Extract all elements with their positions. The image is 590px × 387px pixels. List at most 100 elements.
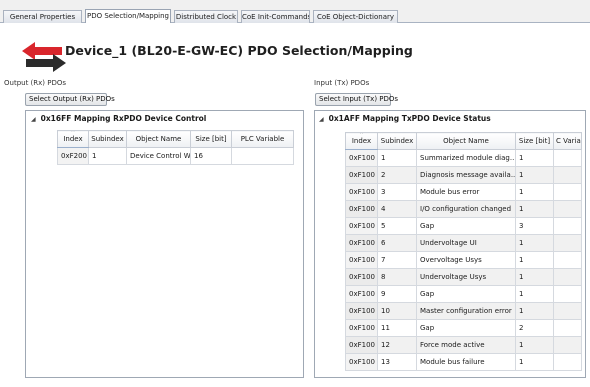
select-output-pdos-button[interactable]: Select Output (Rx) PDOs <box>25 93 115 106</box>
cell-subindex: 1 <box>377 149 417 167</box>
cell-plc-variable[interactable] <box>553 200 582 218</box>
cell-size: 1 <box>515 200 554 218</box>
cell-plc-variable[interactable] <box>553 353 582 371</box>
cell-plc-variable[interactable] <box>553 336 582 354</box>
cell-plc-variable[interactable] <box>553 268 582 286</box>
cell-size: 16 <box>190 147 232 165</box>
cell-plc-variable[interactable] <box>553 234 582 252</box>
table-row[interactable]: 0xF100 6 Undervoltage UI 1 <box>345 234 582 252</box>
table-row[interactable]: 0xF100 7 Overvoltage Usys 1 <box>345 251 582 269</box>
table-row[interactable]: 0xF100 5 Gap 3 <box>345 217 582 235</box>
cell-subindex: 13 <box>377 353 417 371</box>
cell-plc-variable[interactable] <box>553 149 582 167</box>
cell-plc-variable[interactable] <box>553 302 582 320</box>
cell-object-name: Module bus error <box>416 183 516 201</box>
table-row[interactable]: 0xF100 3 Module bus error 1 <box>345 183 582 201</box>
input-pdo-table: ^ Index Subindex Object Name Size [bit] C… <box>345 132 582 371</box>
cell-size: 1 <box>515 353 554 371</box>
table-row[interactable]: 0xF100 9 Gap 1 <box>345 285 582 303</box>
cell-index: 0xF100 <box>345 336 378 354</box>
cell-index: 0xF100 <box>345 302 378 320</box>
tab-distributed-clock[interactable]: Distributed Clock <box>174 10 238 23</box>
output-mapping-tree-node[interactable]: ◢ 0x16FF Mapping RxPDO Device Control <box>31 114 206 123</box>
cell-subindex: 2 <box>377 166 417 184</box>
cell-index: 0xF100 <box>345 183 378 201</box>
cell-subindex: 4 <box>377 200 417 218</box>
input-mapping-tree-node[interactable]: ◢ 0x1AFF Mapping TxPDO Device Status <box>319 114 491 123</box>
collapse-triangle-icon[interactable]: ◢ <box>31 116 36 123</box>
sort-arrow-icon: ^ <box>359 132 364 139</box>
table-row[interactable]: 0xF200 1 Device Control W... 16 <box>57 147 294 165</box>
cell-plc-variable[interactable] <box>553 285 582 303</box>
cell-plc-variable[interactable] <box>553 251 582 269</box>
cell-plc-variable[interactable] <box>553 319 582 337</box>
cell-plc-variable[interactable] <box>553 166 582 184</box>
cell-index: 0xF100 <box>345 353 378 371</box>
column-header-subindex[interactable]: Subindex <box>88 130 127 148</box>
input-table-body: 0xF100 1 Summarized module diag... 1 0xF100 2… <box>345 149 582 371</box>
cell-size: 1 <box>515 234 554 252</box>
table-row[interactable]: 0xF100 10 Master configuration error 1 <box>345 302 582 320</box>
table-row[interactable]: 0xF100 2 Diagnosis message availa... 1 <box>345 166 582 184</box>
cell-size: 1 <box>515 251 554 269</box>
cell-index: 0xF100 <box>345 217 378 235</box>
cell-plc-variable[interactable] <box>553 217 582 235</box>
cell-size: 1 <box>515 166 554 184</box>
output-pdo-table: ^ Index Subindex Object Name Size [bit] P… <box>57 130 294 165</box>
cell-object-name: Gap <box>416 285 516 303</box>
cell-object-name: Gap <box>416 319 516 337</box>
cell-size: 3 <box>515 217 554 235</box>
column-header-index[interactable]: ^ Index <box>57 130 89 148</box>
cell-index: 0xF100 <box>345 285 378 303</box>
column-header-subindex[interactable]: Subindex <box>377 132 417 150</box>
column-header-size[interactable]: Size [bit] <box>515 132 554 150</box>
collapse-triangle-icon[interactable]: ◢ <box>319 116 324 123</box>
table-row[interactable]: 0xF100 13 Module bus failure 1 <box>345 353 582 371</box>
cell-plc-variable[interactable] <box>553 183 582 201</box>
cell-subindex: 11 <box>377 319 417 337</box>
cell-object-name: Force mode active <box>416 336 516 354</box>
cell-subindex: 8 <box>377 268 417 286</box>
column-header-object-name[interactable]: Object Name <box>126 130 191 148</box>
cell-index: 0xF100 <box>345 251 378 269</box>
cell-subindex: 12 <box>377 336 417 354</box>
cell-size: 1 <box>515 183 554 201</box>
cell-object-name: Overvoltage Usys <box>416 251 516 269</box>
cell-object-name: Summarized module diag... <box>416 149 516 167</box>
cell-object-name: Undervoltage Usys <box>416 268 516 286</box>
cell-index: 0xF100 <box>345 200 378 218</box>
cell-index: 0xF100 <box>345 268 378 286</box>
select-input-pdos-button[interactable]: Select Input (Tx) PDOs <box>315 93 398 106</box>
tab-general-properties[interactable]: General Properties <box>3 10 82 23</box>
cell-size: 1 <box>515 268 554 286</box>
table-row[interactable]: 0xF100 1 Summarized module diag... 1 <box>345 149 582 167</box>
sort-arrow-icon: ^ <box>70 130 76 137</box>
cell-object-name: Master configuration error <box>416 302 516 320</box>
column-header-plc-variable[interactable]: C Varia <box>553 132 582 150</box>
table-row[interactable]: 0xF100 8 Undervoltage Usys 1 <box>345 268 582 286</box>
tab-coe-init-commands[interactable]: CoE Init-Commands <box>241 10 310 23</box>
column-header-plc-variable[interactable]: PLC Variable <box>231 130 294 148</box>
input-pdos-label: Input (Tx) PDOs <box>314 79 370 87</box>
cell-size: 1 <box>515 285 554 303</box>
table-row[interactable]: 0xF100 12 Force mode active 1 <box>345 336 582 354</box>
cell-size: 1 <box>515 149 554 167</box>
input-mapping-title: 0x1AFF Mapping TxPDO Device Status <box>328 114 491 123</box>
column-header-object-name[interactable]: Object Name <box>416 132 516 150</box>
tab-coe-object-dictionary[interactable]: CoE Object-Dictionary <box>313 10 398 23</box>
table-row[interactable]: 0xF100 4 I/O configuration changed 1 <box>345 200 582 218</box>
tab-pdo-selection-mapping[interactable]: PDO Selection/Mapping <box>85 9 171 24</box>
table-row[interactable]: 0xF100 11 Gap 2 <box>345 319 582 337</box>
cell-subindex: 5 <box>377 217 417 235</box>
cell-plc-variable[interactable] <box>231 147 294 165</box>
cell-subindex: 1 <box>88 147 127 165</box>
output-mapping-title: 0x16FF Mapping RxPDO Device Control <box>40 114 207 123</box>
cell-object-name: Undervoltage UI <box>416 234 516 252</box>
cell-object-name: Module bus failure <box>416 353 516 371</box>
cell-subindex: 6 <box>377 234 417 252</box>
cell-subindex: 9 <box>377 285 417 303</box>
output-pdos-label: Output (Rx) PDOs <box>4 79 67 87</box>
column-header-index[interactable]: ^ Index <box>345 132 378 150</box>
bottom-edge <box>0 380 590 387</box>
column-header-size[interactable]: Size [bit] <box>190 130 232 148</box>
